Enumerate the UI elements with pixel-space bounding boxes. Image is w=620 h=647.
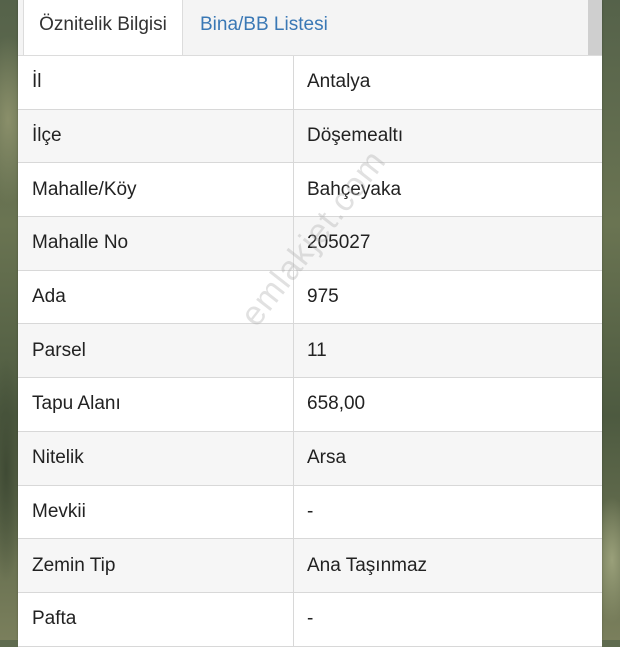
table-row: İl Antalya [18, 56, 602, 110]
column-divider [293, 270, 294, 324]
attribute-panel: Öznitelik Bilgisi Bina/BB Listesi İl Ant… [18, 0, 602, 647]
row-key: İlçe [32, 125, 62, 147]
row-value: Bahçeyaka [307, 178, 402, 200]
column-divider [293, 109, 294, 163]
table-row: Mevkii - [18, 485, 602, 540]
row-key: Mahalle/Köy [32, 178, 137, 200]
row-value: 11 [307, 339, 327, 361]
tab-bar: Öznitelik Bilgisi Bina/BB Listesi [18, 0, 602, 56]
row-key: Ada [32, 286, 66, 308]
column-divider [293, 485, 294, 539]
column-divider [293, 539, 294, 592]
table-row: Tapu Alanı 658,00 [18, 378, 602, 432]
row-value: Antalya [307, 71, 371, 93]
row-key: Parsel [32, 339, 86, 361]
attribute-table: İl Antalya İlçe Döşemealtı Mahalle/Köy B… [18, 56, 602, 647]
column-divider [293, 324, 294, 378]
column-divider [293, 431, 294, 485]
row-value: 205027 [307, 232, 371, 254]
column-divider [293, 217, 294, 270]
row-value: Ana Taşınmaz [307, 554, 428, 576]
row-key: Tapu Alanı [32, 393, 121, 415]
row-key: Mahalle No [32, 232, 129, 254]
column-divider [293, 592, 294, 646]
table-row: Parsel 11 [18, 324, 602, 379]
column-divider [293, 378, 294, 431]
tab-attribute-info[interactable]: Öznitelik Bilgisi [23, 0, 183, 55]
table-row: Ada 975 [18, 270, 602, 325]
row-key: Nitelik [32, 447, 84, 469]
table-row: Nitelik Arsa [18, 431, 602, 486]
row-key: Zemin Tip [32, 554, 116, 576]
table-row: Mahalle No 205027 [18, 217, 602, 271]
table-row: Mahalle/Köy Bahçeyaka [18, 163, 602, 218]
row-value: Arsa [307, 447, 347, 469]
row-value: Döşemealtı [307, 125, 404, 147]
row-key: İl [32, 71, 42, 93]
tab-building-list[interactable]: Bina/BB Listesi [200, 0, 328, 55]
row-key: Pafta [32, 608, 77, 630]
column-divider [293, 163, 294, 217]
tab-bar-scroll-strip [588, 0, 602, 55]
row-key: Mevkii [32, 500, 86, 522]
table-row: İlçe Döşemealtı [18, 109, 602, 164]
row-value: 658,00 [307, 393, 366, 415]
column-divider [293, 56, 294, 109]
table-row: Pafta - [18, 592, 602, 647]
row-value: - [307, 608, 314, 630]
row-value: - [307, 500, 314, 522]
row-value: 975 [307, 286, 339, 308]
table-row: Zemin Tip Ana Taşınmaz [18, 539, 602, 593]
